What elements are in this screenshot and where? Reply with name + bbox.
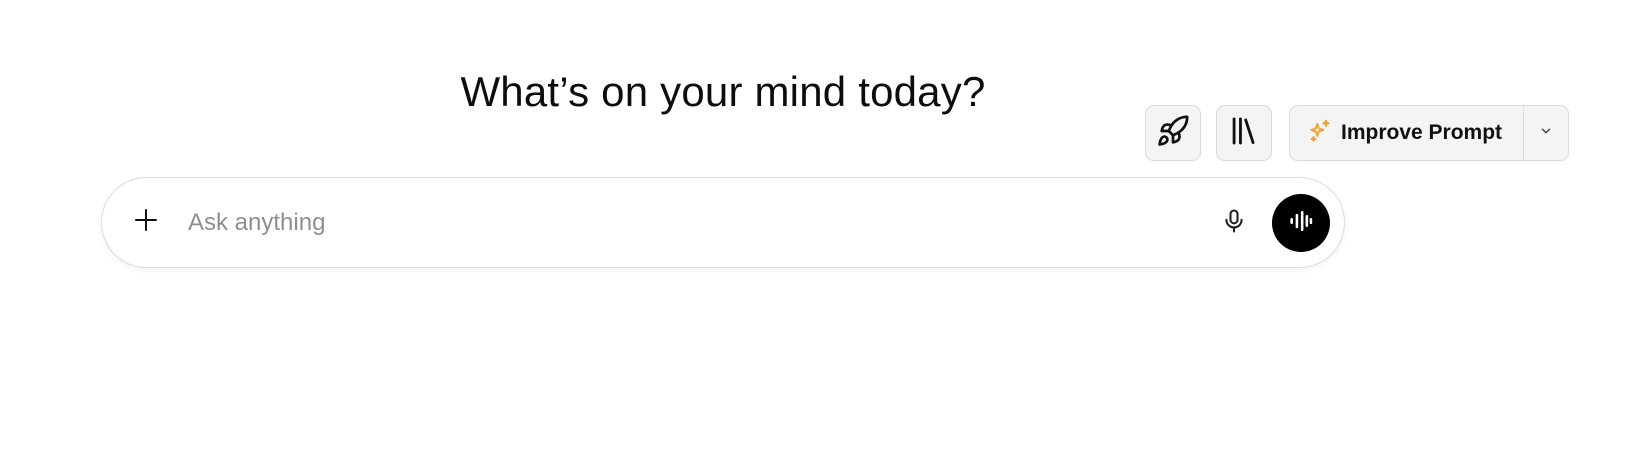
prompt-composer [101,177,1345,268]
sparkle-icon [1307,118,1333,149]
add-attachment-button[interactable] [124,200,168,244]
library-books-icon [1227,114,1261,153]
chevron-down-icon [1539,124,1553,143]
rocket-icon [1156,114,1190,153]
improve-prompt-label: Improve Prompt [1341,121,1503,144]
improve-prompt-button[interactable]: Improve Prompt [1290,106,1523,160]
rocket-button[interactable] [1145,105,1201,161]
library-button[interactable] [1216,105,1272,161]
improve-prompt-options-button[interactable] [1524,106,1568,160]
dictate-button[interactable] [1212,201,1256,245]
improve-prompt-split-button: Improve Prompt [1289,105,1569,161]
microphone-icon [1220,206,1248,241]
voice-waveform-icon [1287,207,1315,240]
ask-input[interactable] [188,202,1188,244]
page: What’s on your mind today? Improve Promp… [0,0,1650,449]
plus-icon [131,205,161,240]
voice-mode-button[interactable] [1272,194,1330,252]
